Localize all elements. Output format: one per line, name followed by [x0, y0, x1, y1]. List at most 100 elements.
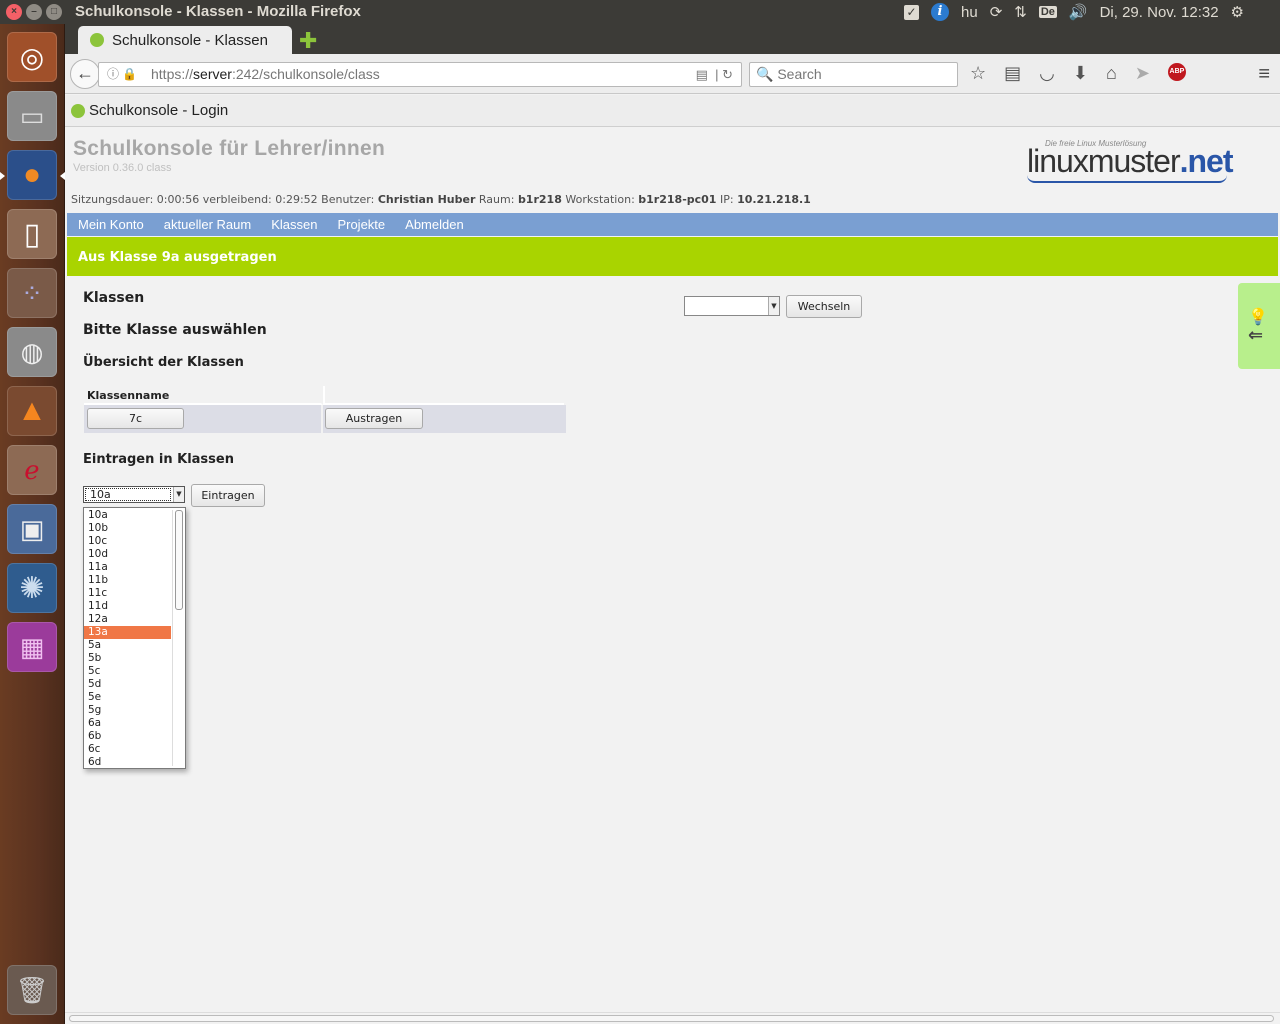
unity-launcher: ◎ ▭ ● ▯ ⁘ ◍ ▲ ℯ ▣ ✺ ▦ 🗑 [0, 24, 65, 1024]
dropdown-option[interactable]: 5d [84, 678, 171, 691]
pocket-icon[interactable]: ◡ [1039, 63, 1055, 84]
running-indicator [0, 172, 5, 180]
system-tray: ✓ i hu ⟳ ⇅ De 🔊 Di, 29. Nov. 12:32 ⚙ [904, 0, 1280, 24]
dropdown-option[interactable]: 5b [84, 652, 171, 665]
menu-mein-konto[interactable]: Mein Konto [78, 217, 144, 232]
dropdown-option[interactable]: 13a [84, 626, 171, 639]
dropdown-option[interactable]: 10b [84, 522, 171, 535]
eintragen-button[interactable]: Eintragen [191, 484, 265, 507]
dropdown-option[interactable]: 10a [84, 509, 171, 522]
tab-klassen[interactable]: Schulkonsole - Klassen [78, 26, 292, 54]
dropdown-option[interactable]: 5e [84, 691, 171, 704]
workspace-switcher-icon[interactable]: ▦ [7, 622, 57, 672]
search-input[interactable]: 🔍 Search [749, 62, 958, 87]
bookmark-favicon-icon [71, 103, 85, 118]
clock[interactable]: Di, 29. Nov. 12:32 [1100, 4, 1219, 21]
version-text: Version 0.36.0 class [73, 162, 172, 174]
dropdown-scrollbar[interactable] [172, 510, 184, 766]
menu-hamburger-icon[interactable]: ≡ [1258, 63, 1270, 86]
reader-reload-icons[interactable]: ▤ | ↻ [696, 63, 733, 86]
horizontal-scrollbar[interactable] [65, 1012, 1280, 1024]
download-icon[interactable]: ⬇ [1073, 63, 1088, 84]
firefox-window: Schulkonsole - Klassen ✚ ← ⓘ 🔒 https://s… [65, 24, 1280, 1024]
files-icon[interactable]: ▭ [7, 91, 57, 141]
trash-icon[interactable]: 🗑 [7, 965, 57, 1015]
checkbox-indicator-icon[interactable]: ✓ [904, 4, 919, 20]
new-tab-plus-icon[interactable]: ✚ [299, 28, 317, 54]
eintragen-class-select[interactable]: 10a ▼ [83, 486, 185, 503]
menu-aktueller-raum[interactable]: aktueller Raum [164, 217, 251, 232]
page-title: Schulkonsole für Lehrer/innen [73, 137, 386, 160]
disk-icon[interactable]: ◍ [7, 327, 57, 377]
vlc-icon[interactable]: ▲ [7, 386, 57, 436]
table-header: Klassenname [84, 386, 566, 405]
help-side-tab[interactable]: 💡 ⇐ [1238, 283, 1280, 369]
dropdown-option[interactable]: 6d [84, 756, 171, 768]
dropdown-option[interactable]: 5g [84, 704, 171, 717]
cell-action: Austragen [323, 405, 564, 433]
wechseln-button[interactable]: Wechseln [786, 295, 862, 318]
dropdown-option[interactable]: 12a [84, 613, 171, 626]
column-header-action [323, 386, 564, 405]
maximize-window-button[interactable]: □ [46, 4, 62, 20]
site-info-icons[interactable]: ⓘ 🔒 [107, 63, 137, 86]
heading-klassen: Klassen [83, 290, 145, 306]
dropdown-option[interactable]: 10d [84, 548, 171, 561]
info-icon[interactable]: i [931, 3, 949, 21]
menu-projekte[interactable]: Projekte [337, 217, 385, 232]
sync-icon[interactable]: ⟳ [990, 3, 1003, 21]
volume-icon[interactable]: 🔊 [1069, 3, 1088, 21]
dropdown-option[interactable]: 6b [84, 730, 171, 743]
toolbar-icons: ☆ ▤ ◡ ⬇ ⌂ ➤ ABP [970, 63, 1186, 84]
ubuntu-dash-icon[interactable]: ◎ [7, 32, 57, 82]
scrollbar-thumb[interactable] [175, 510, 183, 610]
class-switch-select[interactable]: ▼ [684, 296, 780, 316]
dropdown-option[interactable]: 6c [84, 743, 171, 756]
shutter-icon[interactable]: ✺ [7, 563, 57, 613]
close-window-button[interactable]: × [6, 4, 22, 20]
network-graph-icon[interactable]: ⁘ [7, 268, 57, 318]
dropdown-option[interactable]: 11d [84, 600, 171, 613]
keyboard-layout-indicator[interactable]: De [1038, 6, 1057, 18]
text-editor-icon[interactable]: ▯ [7, 209, 57, 259]
dropdown-option[interactable]: 11b [84, 574, 171, 587]
heading-bitte-klasse: Bitte Klasse auswählen [83, 322, 267, 338]
cell-klasse: 7c [84, 405, 323, 433]
menu-klassen[interactable]: Klassen [271, 217, 317, 232]
dropdown-option[interactable]: 10c [84, 535, 171, 548]
firefox-icon[interactable]: ● [7, 150, 57, 200]
top-panel: × – □ Schulkonsole - Klassen - Mozilla F… [0, 0, 1280, 24]
tab-label: Schulkonsole - Klassen [112, 31, 268, 49]
bookmark-schulkonsole-login[interactable]: Schulkonsole - Login [89, 102, 228, 119]
austragen-button[interactable]: Austragen [325, 408, 423, 429]
send-icon[interactable]: ➤ [1135, 63, 1150, 84]
dropdown-option[interactable]: 6a [84, 717, 171, 730]
url-text[interactable]: https://server:242/schulkonsole/class [151, 63, 380, 86]
back-arrow-icon[interactable]: ← [70, 59, 100, 89]
status-notice: Aus Klasse 9a ausgetragen [67, 237, 1278, 276]
chevron-down-icon: ▼ [768, 297, 779, 315]
dropdown-option[interactable]: 5a [84, 639, 171, 652]
virtualbox-icon[interactable]: ▣ [7, 504, 57, 554]
language-indicator[interactable]: hu [961, 4, 978, 21]
scrollbar-thumb[interactable] [69, 1015, 1274, 1022]
dropdown-option[interactable]: 11c [84, 587, 171, 600]
reading-list-icon[interactable]: ▤ [1004, 63, 1021, 84]
table-row: 7c Austragen [84, 405, 566, 433]
document-viewer-icon[interactable]: ℯ [7, 445, 57, 495]
bookmark-star-icon[interactable]: ☆ [970, 63, 986, 84]
dropdown-option[interactable]: 5c [84, 665, 171, 678]
settings-gear-icon[interactable]: ⚙ [1231, 3, 1244, 21]
dropdown-option[interactable]: 11a [84, 561, 171, 574]
adblock-icon[interactable]: ABP [1167, 63, 1186, 81]
home-icon[interactable]: ⌂ [1106, 63, 1117, 84]
chevron-down-icon: ▼ [173, 487, 184, 502]
page-content: Schulkonsole für Lehrer/innen Version 0.… [67, 127, 1280, 1012]
navigation-toolbar: ← ⓘ 🔒 https://server:242/schulkonsole/cl… [65, 54, 1280, 94]
menu-abmelden[interactable]: Abmelden [405, 217, 464, 232]
class-7c-button[interactable]: 7c [87, 408, 184, 429]
heading-uebersicht: Übersicht der Klassen [83, 355, 244, 370]
url-bar[interactable]: ⓘ 🔒 https://server:242/schulkonsole/clas… [98, 62, 742, 87]
network-icon[interactable]: ⇅ [1014, 3, 1027, 21]
minimize-window-button[interactable]: – [26, 4, 42, 20]
